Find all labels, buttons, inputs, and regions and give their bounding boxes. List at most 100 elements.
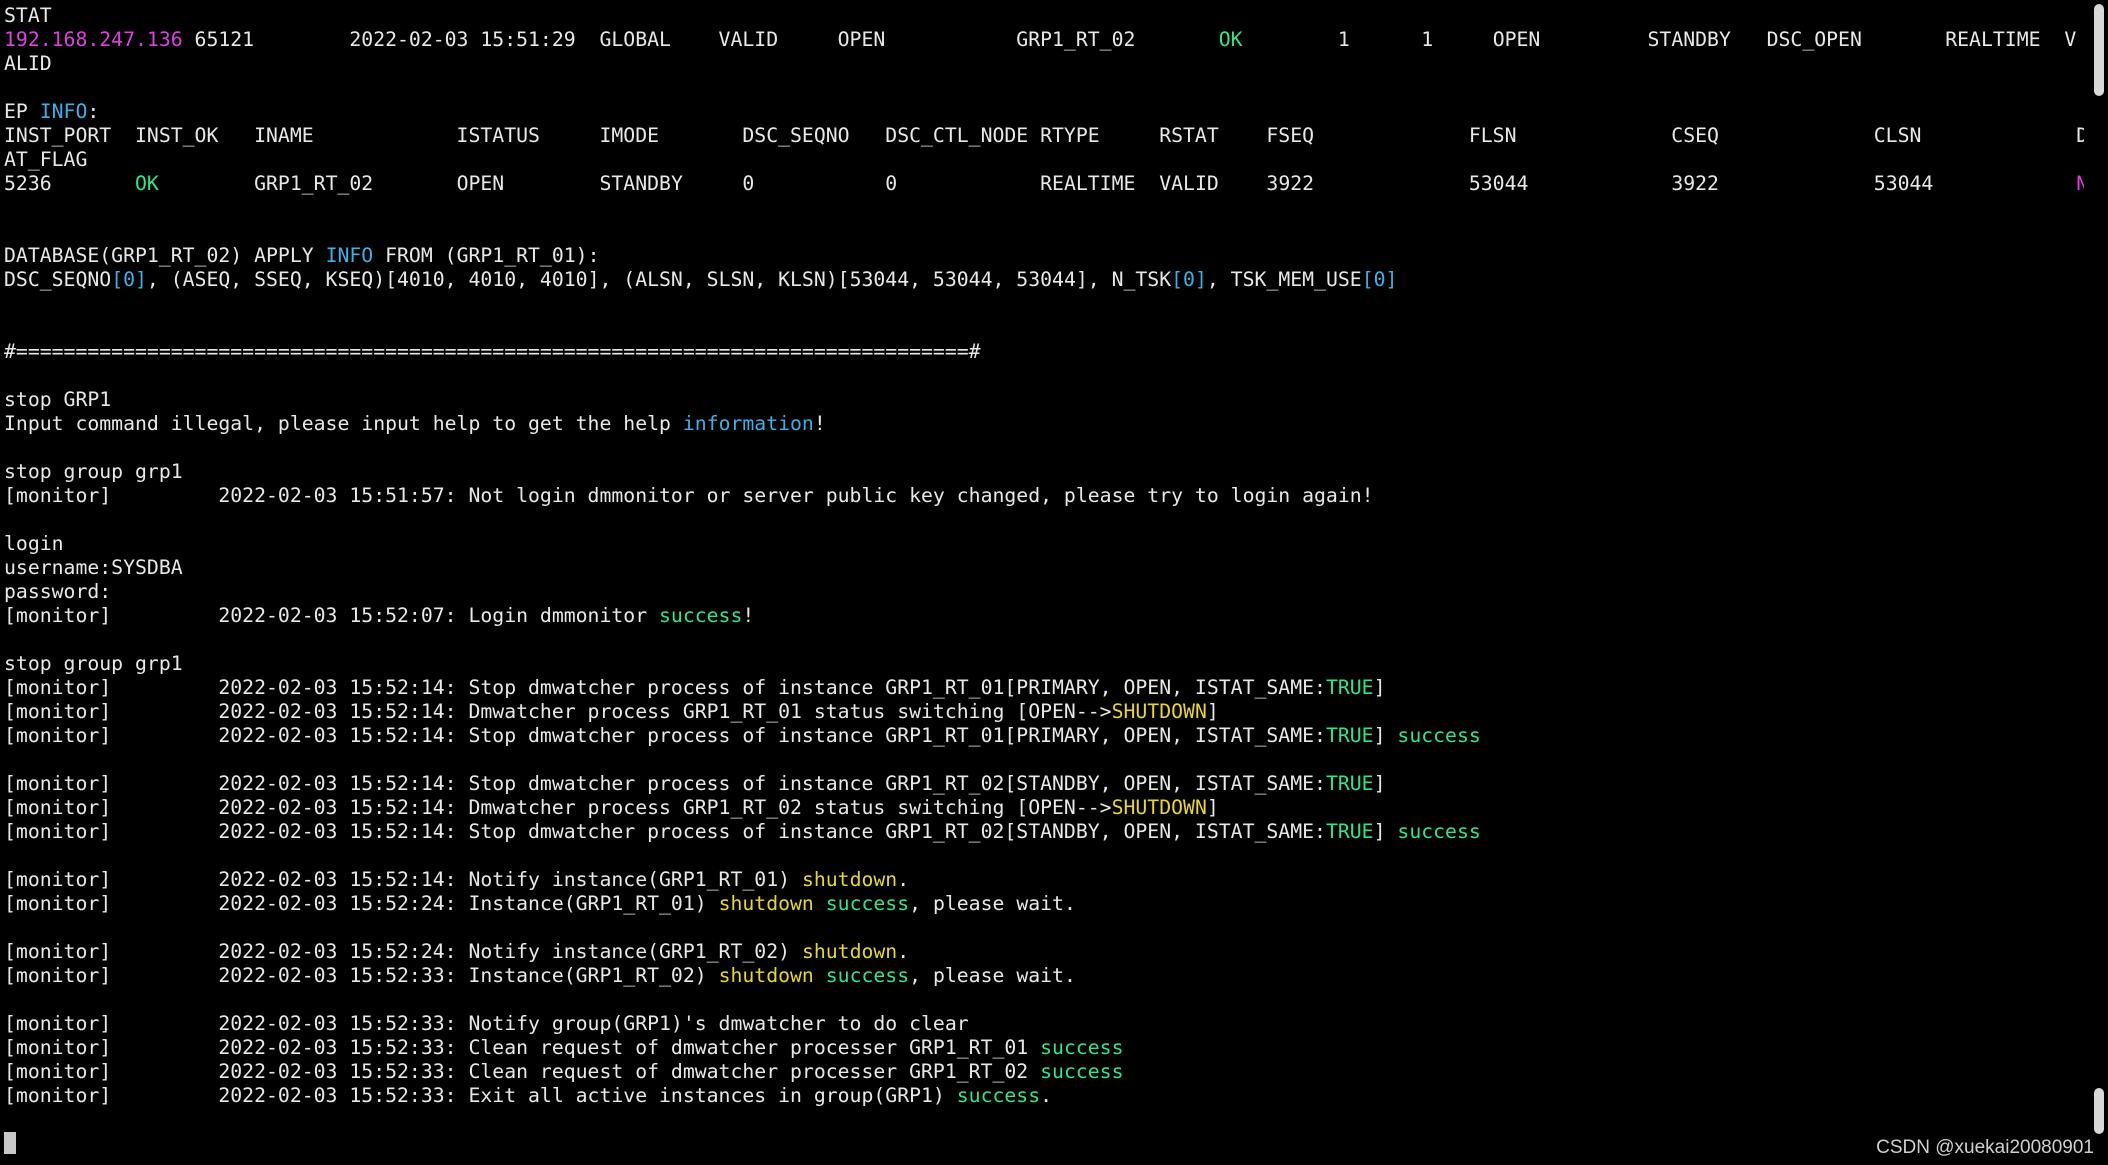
scrollbar-thumb-bottom[interactable] bbox=[2094, 1088, 2104, 1134]
terminal-text-segment: INFO bbox=[325, 244, 374, 267]
terminal-text-segment: [monitor] 2022-02-03 15:52:07: Login dmm… bbox=[4, 604, 660, 627]
terminal-text-segment: 1 1 OPEN STANDBY DSC_OPEN REALTIME V bbox=[1242, 28, 2077, 51]
terminal-text-segment: ! bbox=[742, 604, 755, 627]
terminal-text-segment: Input command illegal, please input help… bbox=[4, 412, 683, 435]
terminal-text-segment: ] bbox=[1373, 820, 1398, 843]
terminal-text-segment: STAT bbox=[4, 4, 52, 27]
terminal-text-segment: [0] bbox=[1171, 268, 1207, 291]
terminal-line: stop GRP1 bbox=[4, 388, 2084, 412]
terminal-line: [monitor] 2022-02-03 15:52:33: Instance(… bbox=[4, 964, 2084, 988]
terminal-text-segment: GRP1_RT_02 OPEN STANDBY 0 0 REALTIME VAL… bbox=[158, 172, 2077, 195]
terminal-text-segment: [monitor] 2022-02-03 15:52:24: Instance(… bbox=[4, 892, 719, 915]
terminal-text-segment: [monitor] 2022-02-03 15:52:14: Notify in… bbox=[4, 868, 802, 891]
terminal-line: [monitor] 2022-02-03 15:52:33: Exit all … bbox=[4, 1084, 2084, 1108]
terminal-line: STAT bbox=[4, 4, 2084, 28]
terminal-cursor bbox=[4, 1132, 16, 1154]
terminal-line: Input command illegal, please input help… bbox=[4, 412, 2084, 436]
terminal-text-segment: [monitor] 2022-02-03 15:52:14: Dmwatcher… bbox=[4, 796, 1112, 819]
terminal-text-segment: ALID bbox=[4, 52, 52, 75]
terminal-text-segment: ] bbox=[1373, 772, 1386, 795]
terminal-output[interactable]: STAT 192.168.247.136 65121 2022-02-03 15:… bbox=[4, 4, 2084, 1154]
terminal-line: AT_FLAG bbox=[4, 148, 2084, 172]
terminal-line: 5236 OK GRP1_RT_02 OPEN STANDBY 0 0 REAL… bbox=[4, 172, 2084, 196]
terminal-text-segment: [monitor] 2022-02-03 15:52:33: Instance(… bbox=[4, 964, 719, 987]
terminal-text-segment: FROM (GRP1_RT_01): bbox=[373, 244, 600, 267]
terminal-text-segment: success bbox=[825, 892, 910, 915]
terminal-text-segment: AT_FLAG bbox=[4, 148, 88, 171]
terminal-text-segment: EP bbox=[4, 100, 40, 123]
terminal-line: [monitor] 2022-02-03 15:52:33: Clean req… bbox=[4, 1036, 2084, 1060]
terminal-text-segment: TRUE bbox=[1325, 820, 1374, 843]
terminal-text-segment: stop GRP1 bbox=[4, 388, 112, 411]
terminal-text-segment: stop group grp1 bbox=[4, 460, 183, 483]
terminal-text-segment: TRUE bbox=[1325, 676, 1374, 699]
terminal-text-segment: [monitor] 2022-02-03 15:52:14: Stop dmwa… bbox=[4, 724, 1326, 747]
terminal-line: [monitor] 2022-02-03 15:52:14: Notify in… bbox=[4, 868, 2084, 892]
terminal-text-segment: OK bbox=[135, 172, 159, 195]
terminal-text-segment: ] bbox=[1206, 796, 1219, 819]
terminal-text-segment: [monitor] 2022-02-03 15:52:14: Dmwatcher… bbox=[4, 700, 1112, 723]
terminal-line: [monitor] 2022-02-03 15:52:24: Notify in… bbox=[4, 940, 2084, 964]
terminal-text-segment: shutdown bbox=[718, 892, 814, 915]
terminal-text-segment: ] bbox=[1206, 700, 1219, 723]
terminal-line: password: bbox=[4, 580, 2084, 604]
terminal-line: EP INFO: bbox=[4, 100, 2084, 124]
terminal-text-segment: DATABASE(GRP1_RT_02) APPLY bbox=[4, 244, 326, 267]
terminal-text-segment: TRUE bbox=[1325, 772, 1374, 795]
terminal-text-segment: [monitor] 2022-02-03 15:52:14: Stop dmwa… bbox=[4, 820, 1326, 843]
terminal-line: 192.168.247.136 65121 2022-02-03 15:51:2… bbox=[4, 28, 2084, 52]
terminal-text-segment: shutdown bbox=[801, 868, 898, 891]
terminal-text-segment: password: bbox=[4, 580, 112, 603]
terminal-text-segment: [monitor] 2022-02-03 15:52:33: Clean req… bbox=[4, 1036, 1041, 1059]
terminal-text-segment: success bbox=[1040, 1060, 1124, 1083]
terminal-text-segment: [monitor] 2022-02-03 15:52:33: Exit all … bbox=[4, 1084, 957, 1107]
terminal-text-segment: [monitor] 2022-02-03 15:52:24: Notify in… bbox=[4, 940, 802, 963]
watermark: CSDN @xuekai20080901 bbox=[1876, 1137, 2094, 1158]
terminal-line: login bbox=[4, 532, 2084, 556]
terminal-line: [monitor] 2022-02-03 15:52:14: Dmwatcher… bbox=[4, 700, 2084, 724]
terminal-line: ALID bbox=[4, 52, 2084, 76]
terminal-text-segment: ] bbox=[1373, 724, 1398, 747]
terminal-line: [monitor] 2022-02-03 15:52:14: Stop dmwa… bbox=[4, 724, 2084, 748]
terminal-line bbox=[4, 1132, 2084, 1154]
terminal-line: DSC_SEQNO [0], (ASEQ, SSEQ, KSEQ)[4010, 4… bbox=[4, 268, 2084, 292]
terminal-text-segment: . bbox=[897, 940, 910, 963]
terminal-text-segment: 192.168.247.136 bbox=[4, 28, 183, 51]
terminal-line: [monitor] 2022-02-03 15:52:14: Stop dmwa… bbox=[4, 820, 2084, 844]
terminal-text-segment: information bbox=[682, 412, 814, 435]
terminal-text-segment: [monitor] 2022-02-03 15:51:57: Not login… bbox=[4, 484, 1374, 507]
terminal-text-segment: DSC_SEQNO bbox=[4, 268, 112, 291]
terminal-text-segment: success bbox=[1040, 1036, 1124, 1059]
terminal-text-segment: INST_PORT INST_OK INAME ISTATUS IMODE DS… bbox=[4, 124, 2084, 147]
vertical-scrollbar[interactable] bbox=[2090, 0, 2108, 1165]
terminal-text-segment: , TSK_MEM_USE bbox=[1206, 268, 1362, 291]
terminal-text-segment: , (ASEQ, SSEQ, KSEQ)[4010, 4010, 4010], … bbox=[146, 268, 1172, 291]
terminal-line: [monitor] 2022-02-03 15:52:14: Dmwatcher… bbox=[4, 796, 2084, 820]
scrollbar-thumb-top[interactable] bbox=[2094, 4, 2104, 96]
terminal-text-segment: SHUTDOWN bbox=[1111, 700, 1207, 723]
terminal-text-segment: ! bbox=[813, 412, 826, 435]
terminal-text-segment: SHUTDOWN bbox=[1111, 796, 1207, 819]
terminal-text-segment: shutdown bbox=[801, 940, 898, 963]
terminal-text-segment: INFO bbox=[39, 100, 88, 123]
terminal-text-segment: : bbox=[87, 100, 100, 123]
terminal-text-segment: success bbox=[1397, 820, 1481, 843]
terminal-line: [monitor] 2022-02-03 15:52:33: Clean req… bbox=[4, 1060, 2084, 1084]
terminal-line: [monitor] 2022-02-03 15:52:14: Stop dmwa… bbox=[4, 676, 2084, 700]
terminal-text-segment: NONE bbox=[2076, 172, 2084, 195]
terminal-text-segment: 65121 2022-02-03 15:51:29 GLOBAL VALID O… bbox=[182, 28, 1219, 51]
